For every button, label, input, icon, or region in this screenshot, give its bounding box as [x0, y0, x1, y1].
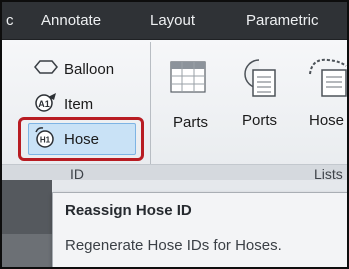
drawing-area-lower	[2, 234, 52, 267]
item-icon: A1	[34, 92, 58, 116]
balloon-icon	[34, 58, 58, 80]
hose-highlight-box	[18, 117, 144, 161]
item-label: Item	[64, 95, 94, 113]
ribbon-tab-bar: c Annotate Layout Parametric	[2, 2, 347, 40]
panel-divider	[150, 42, 151, 180]
item-button[interactable]: A1 Item	[34, 91, 93, 117]
panel-footer	[2, 164, 347, 180]
parts-label: Parts	[173, 114, 209, 131]
hose-list-icon	[306, 58, 347, 102]
ports-icon	[239, 59, 279, 102]
tooltip-description: Regenerate Hose IDs for Hoses.	[65, 237, 282, 254]
balloon-button[interactable]: Balloon	[34, 56, 114, 82]
ports-label: Ports	[242, 112, 278, 129]
ports-list-button[interactable]	[239, 54, 279, 102]
balloon-label: Balloon	[64, 60, 115, 78]
window: c Annotate Layout Parametric Balloon A1 …	[0, 0, 349, 269]
parts-table-icon	[170, 61, 206, 98]
lists-panel-title[interactable]: Lists	[314, 166, 343, 182]
tooltip-title: Reassign Hose ID	[65, 202, 192, 219]
tab-annotate[interactable]: Annotate	[41, 12, 101, 29]
tab-parametric[interactable]: Parametric	[246, 12, 319, 29]
parts-list-button[interactable]	[170, 60, 206, 98]
hose-list-label: Hose	[309, 112, 345, 129]
svg-text:A1: A1	[38, 99, 50, 109]
hose-list-button[interactable]	[306, 54, 347, 102]
tab-layout[interactable]: Layout	[150, 12, 195, 29]
tooltip: Reassign Hose ID Regenerate Hose IDs for…	[52, 192, 347, 267]
tab-partial[interactable]: c	[6, 12, 14, 29]
id-panel-title[interactable]: ID	[70, 166, 84, 182]
